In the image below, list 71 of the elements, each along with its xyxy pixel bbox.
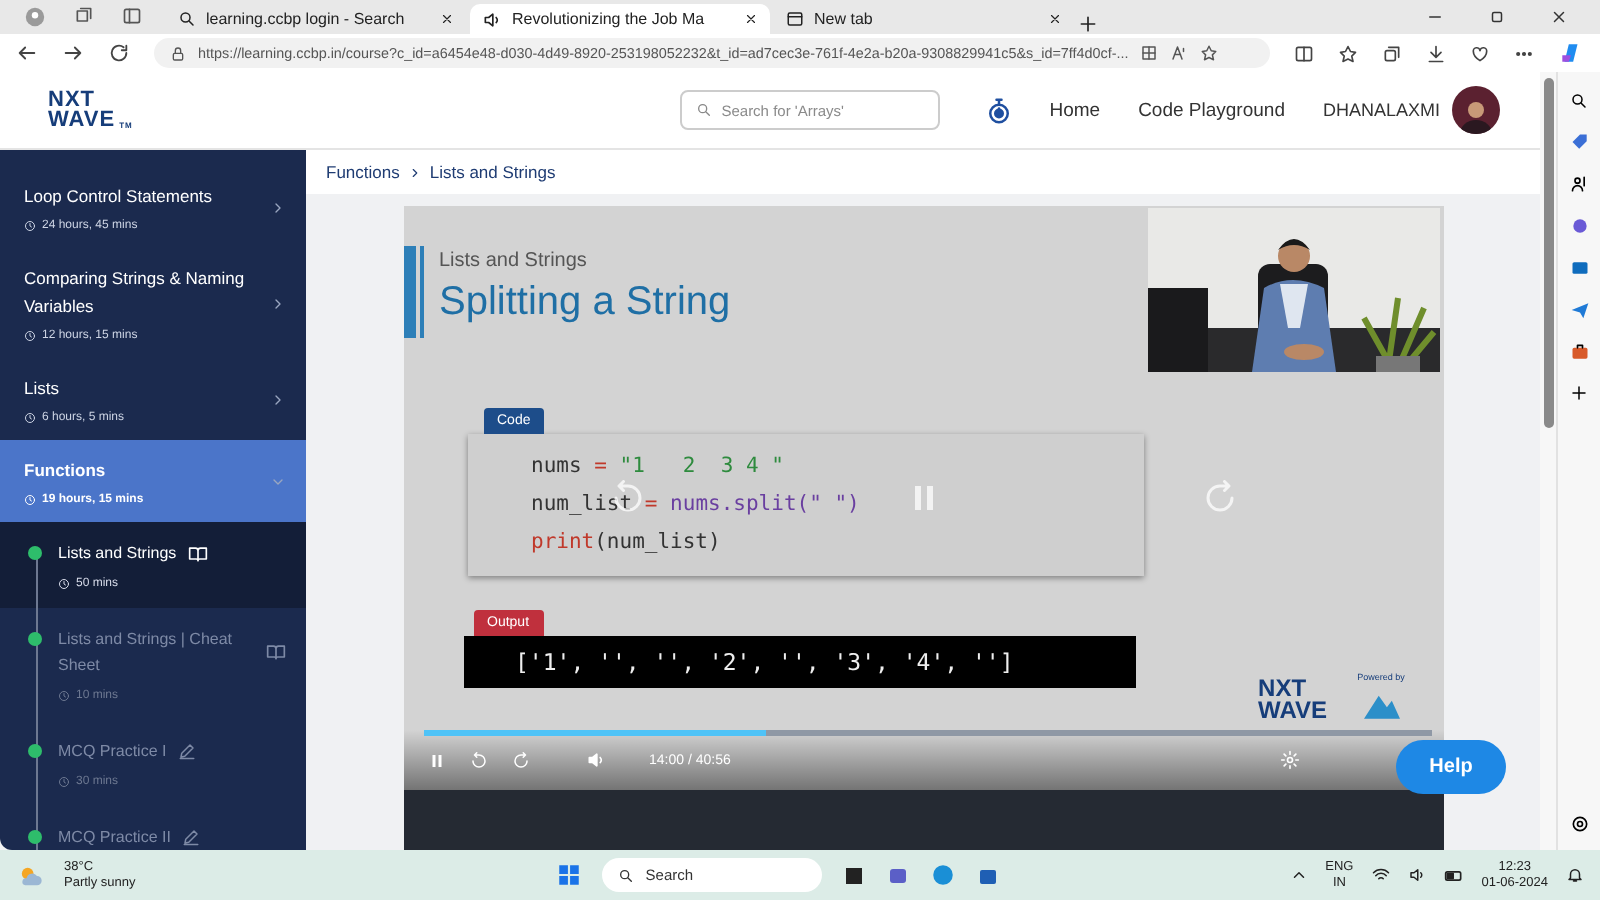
pencil-icon xyxy=(182,828,201,846)
browser-tab[interactable]: New tab xyxy=(774,4,1074,34)
breadcrumb-link[interactable]: Functions xyxy=(326,162,400,182)
book-icon xyxy=(266,642,286,662)
search-icon xyxy=(617,867,634,883)
volume-icon[interactable] xyxy=(1407,866,1426,884)
title-accent-bar xyxy=(403,246,419,338)
people-icon[interactable] xyxy=(1569,174,1589,194)
close-icon[interactable] xyxy=(1550,8,1568,26)
favorites-icon[interactable] xyxy=(1338,43,1358,63)
star-icon[interactable] xyxy=(1200,44,1219,62)
book-icon xyxy=(188,543,209,563)
browser-tab[interactable]: Revolutionizing the Job Ma xyxy=(470,4,770,34)
close-icon[interactable] xyxy=(1048,12,1062,26)
breadcrumb-link[interactable]: Lists and Strings xyxy=(429,162,556,182)
clock-icon xyxy=(58,690,70,702)
scrollbar[interactable] xyxy=(1540,72,1556,850)
send-icon[interactable] xyxy=(1569,300,1589,320)
briefcase-icon[interactable] xyxy=(1569,342,1589,362)
split-screen-icon[interactable] xyxy=(1294,43,1314,63)
code-block: nums = "1 2 3 4 " num_list = nums.split(" ") print(num_list) xyxy=(467,434,1143,576)
close-icon[interactable] xyxy=(744,12,758,26)
bell-icon[interactable] xyxy=(1566,866,1584,884)
download-icon[interactable] xyxy=(1426,43,1446,63)
user-name[interactable]: DHANALAXMI xyxy=(1322,100,1440,120)
lock-icon xyxy=(170,45,186,61)
clock-icon xyxy=(24,220,36,232)
reader-icon[interactable] xyxy=(1140,44,1159,62)
separator-icon xyxy=(407,165,422,179)
speaker-icon xyxy=(482,9,502,29)
close-icon[interactable] xyxy=(440,12,454,26)
stopwatch-icon[interactable] xyxy=(983,95,1014,125)
browser-tab[interactable]: learning.ccbp login - Search xyxy=(166,4,466,34)
forward-icon[interactable] xyxy=(62,42,84,64)
clock-icon xyxy=(24,412,36,424)
new-tab-icon[interactable] xyxy=(1078,14,1098,34)
search-icon xyxy=(178,10,196,28)
chevron-right-icon[interactable] xyxy=(270,199,286,215)
add-icon[interactable] xyxy=(1570,384,1588,402)
clock-icon xyxy=(58,776,70,788)
battery-icon[interactable] xyxy=(1443,865,1464,885)
heart-icon[interactable] xyxy=(1470,43,1490,63)
read-aloud-icon[interactable] xyxy=(1170,44,1189,62)
chevron-up-icon[interactable] xyxy=(1289,866,1308,884)
workspaces-icon[interactable] xyxy=(74,6,94,26)
tab-actions-icon[interactable] xyxy=(122,6,142,26)
search-icon[interactable] xyxy=(1570,92,1588,110)
tab-icon xyxy=(786,10,804,28)
profile-icon[interactable] xyxy=(24,6,46,28)
tag-icon[interactable] xyxy=(1569,132,1589,152)
pencil-icon xyxy=(178,742,197,760)
back-icon[interactable] xyxy=(16,42,38,64)
chevron-right-icon[interactable] xyxy=(270,295,286,311)
wifi-icon[interactable] xyxy=(1371,866,1390,884)
maximize-icon[interactable] xyxy=(1488,8,1506,26)
avatar[interactable] xyxy=(1452,86,1500,134)
pause-button[interactable] xyxy=(427,751,445,769)
help-button[interactable]: Help xyxy=(1396,740,1506,794)
collections-icon[interactable] xyxy=(1382,43,1402,63)
refresh-icon[interactable] xyxy=(108,42,130,64)
slide-title: Splitting a String xyxy=(439,280,731,326)
nav-link[interactable]: Code Playground xyxy=(1138,99,1285,121)
clock-icon xyxy=(24,494,36,506)
output-block: ['1', '', '', '2', '', '3', '4', ''] xyxy=(463,636,1135,688)
clock-icon xyxy=(58,578,70,590)
brand-logo: NXT WAVE xyxy=(1258,678,1327,722)
windows-icon[interactable] xyxy=(555,862,582,888)
chevron-right-icon[interactable] xyxy=(270,391,286,407)
clock-icon xyxy=(24,330,36,342)
slide-subtitle: Lists and Strings xyxy=(439,250,589,272)
nav-link[interactable]: Home xyxy=(1049,99,1101,121)
